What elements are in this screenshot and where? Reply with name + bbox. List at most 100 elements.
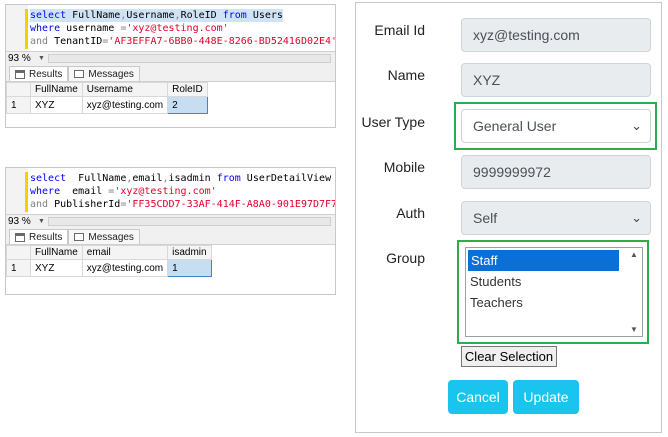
group-option-teachers[interactable]: Teachers [466, 292, 642, 313]
update-button[interactable]: Update [513, 380, 579, 414]
sql-token: select [30, 173, 73, 184]
sql-code-lines[interactable]: select FullName,email,isadmin from UserD… [30, 172, 335, 211]
sql-line[interactable]: select FullName,email,isadmin from UserD… [30, 172, 335, 185]
table-cell[interactable]: XYZ [30, 96, 83, 114]
tab-results[interactable]: Results [9, 229, 69, 244]
user-type-select[interactable]: General User ⌄ [461, 109, 651, 143]
horizontal-scrollbar[interactable] [48, 54, 331, 63]
chevron-down-icon: ⌄ [631, 118, 642, 133]
sql-token: from [222, 10, 253, 21]
table-cell[interactable]: xyz@testing.com [81, 96, 169, 114]
grid-header-row: FullName email isadmin [6, 245, 212, 260]
tab-results-label: Results [29, 68, 63, 80]
sql-token: UserDetailView [246, 173, 332, 184]
table-cell-selected[interactable]: 1 [167, 259, 212, 277]
table-row: 1 XYZ xyz@testing.com 1 [6, 259, 212, 277]
sql-token: username [66, 23, 121, 34]
sql-token: isadmin [168, 173, 217, 184]
row-number-header[interactable] [6, 82, 31, 97]
zoom-bar: 93 % ▼ [6, 214, 335, 228]
sql-line[interactable]: where email ='xyz@testing.com' [30, 185, 335, 198]
grid-icon [15, 232, 25, 242]
sql-editor[interactable]: select FullName,Username,RoleID from Use… [6, 5, 335, 51]
message-icon [74, 233, 85, 241]
email-label: Email Id [374, 22, 425, 38]
vertical-scrollbar[interactable]: ▲ ▼ [627, 249, 641, 335]
tab-messages-label: Messages [88, 68, 134, 80]
sql-line[interactable]: select FullName,Username,RoleID from Use… [30, 9, 283, 22]
table-cell[interactable]: xyz@testing.com [81, 259, 169, 277]
column-header[interactable]: isadmin [167, 245, 212, 260]
column-header[interactable]: RoleID [167, 82, 209, 97]
column-header[interactable]: FullName [30, 245, 83, 260]
group-listbox[interactable]: Staff Students Teachers ▲ ▼ [465, 247, 643, 337]
row-number[interactable]: 1 [6, 96, 31, 114]
sql-token: Users [252, 10, 283, 21]
sql-line[interactable]: and TenantID='AF3EFFA7-6BB0-448E-8266-BD… [30, 35, 335, 48]
result-tabs: Results Messages [6, 65, 335, 82]
table-cell-selected[interactable]: 2 [167, 96, 209, 114]
sql-token: RoleID [180, 10, 223, 21]
cancel-button[interactable]: Cancel [448, 380, 508, 414]
column-header[interactable]: Username [81, 82, 169, 97]
grid-icon [15, 69, 25, 79]
tab-messages[interactable]: Messages [68, 66, 140, 81]
change-bar [25, 9, 28, 49]
table-row: 1 XYZ xyz@testing.com 2 [6, 96, 209, 114]
table-cell[interactable]: XYZ [30, 259, 83, 277]
sql-token: PublisherId [54, 199, 121, 210]
sql-token: 'xyz@testing.com' [114, 186, 217, 197]
row-number[interactable]: 1 [6, 259, 31, 277]
sql-token: and [30, 199, 55, 210]
tab-messages[interactable]: Messages [68, 229, 140, 244]
change-bar [25, 172, 28, 212]
zoom-bar: 93 % ▼ [6, 51, 335, 65]
clear-selection-button[interactable]: Clear Selection [461, 346, 557, 367]
sql-token: email [66, 186, 109, 197]
chevron-down-icon: ⌄ [631, 210, 642, 225]
sql-token: FullName [72, 10, 121, 21]
user-type-label: User Type [361, 114, 425, 130]
auth-select[interactable]: Self ⌄ [461, 201, 651, 235]
query-window-users: select FullName,Username,RoleID from Use… [5, 4, 336, 128]
group-label: Group [386, 250, 425, 266]
group-option-staff[interactable]: Staff [468, 250, 619, 271]
sql-token: 'FF35CDD7-33AF-414F-A8A0-901E97D7F7B9' [126, 199, 335, 210]
message-icon [74, 70, 85, 78]
chevron-down-icon[interactable]: ▼ [38, 215, 48, 228]
horizontal-scrollbar[interactable] [48, 217, 331, 226]
sql-token: from [216, 173, 247, 184]
zoom-level[interactable]: 93 % [6, 215, 38, 228]
zoom-level[interactable]: 93 % [6, 52, 38, 65]
sql-line[interactable]: where username ='xyz@testing.com' [30, 22, 335, 35]
chevron-down-icon[interactable]: ▼ [38, 52, 48, 65]
email-field[interactable]: xyz@testing.com [461, 18, 651, 52]
sql-token: FullName [72, 173, 127, 184]
auth-value: Self [473, 210, 498, 226]
mobile-field[interactable]: 9999999972 [461, 155, 651, 189]
sql-token: Username [126, 10, 175, 21]
column-header[interactable]: FullName [30, 82, 83, 97]
tab-results[interactable]: Results [9, 66, 69, 81]
scroll-down-icon[interactable]: ▼ [630, 325, 638, 334]
sql-token: email [132, 173, 163, 184]
scroll-up-icon[interactable]: ▲ [630, 250, 638, 259]
sql-token: where [30, 186, 67, 197]
sql-editor[interactable]: select FullName,email,isadmin from UserD… [6, 168, 335, 214]
sql-token: TenantID [54, 36, 103, 47]
results-grid: FullName Username RoleID 1 XYZ xyz@testi… [6, 82, 335, 114]
mobile-label: Mobile [383, 159, 425, 175]
auth-label: Auth [396, 205, 425, 221]
sql-token: 'xyz@testing.com' [126, 23, 229, 34]
name-field[interactable]: XYZ [461, 63, 651, 97]
results-grid: FullName email isadmin 1 XYZ xyz@testing… [6, 245, 335, 277]
column-header[interactable]: email [81, 245, 169, 260]
group-option-students[interactable]: Students [466, 271, 642, 292]
tab-results-label: Results [29, 231, 63, 243]
user-type-value: General User [473, 118, 557, 134]
sql-token: select [30, 10, 73, 21]
row-number-header[interactable] [6, 245, 31, 260]
sql-token: 'AF3EFFA7-6BB0-448E-8266-BD52416D02E4' [108, 36, 335, 47]
sql-line[interactable]: and PublisherId='FF35CDD7-33AF-414F-A8A0… [30, 198, 335, 211]
sql-code-lines[interactable]: select FullName,Username,RoleID from Use… [30, 9, 335, 48]
